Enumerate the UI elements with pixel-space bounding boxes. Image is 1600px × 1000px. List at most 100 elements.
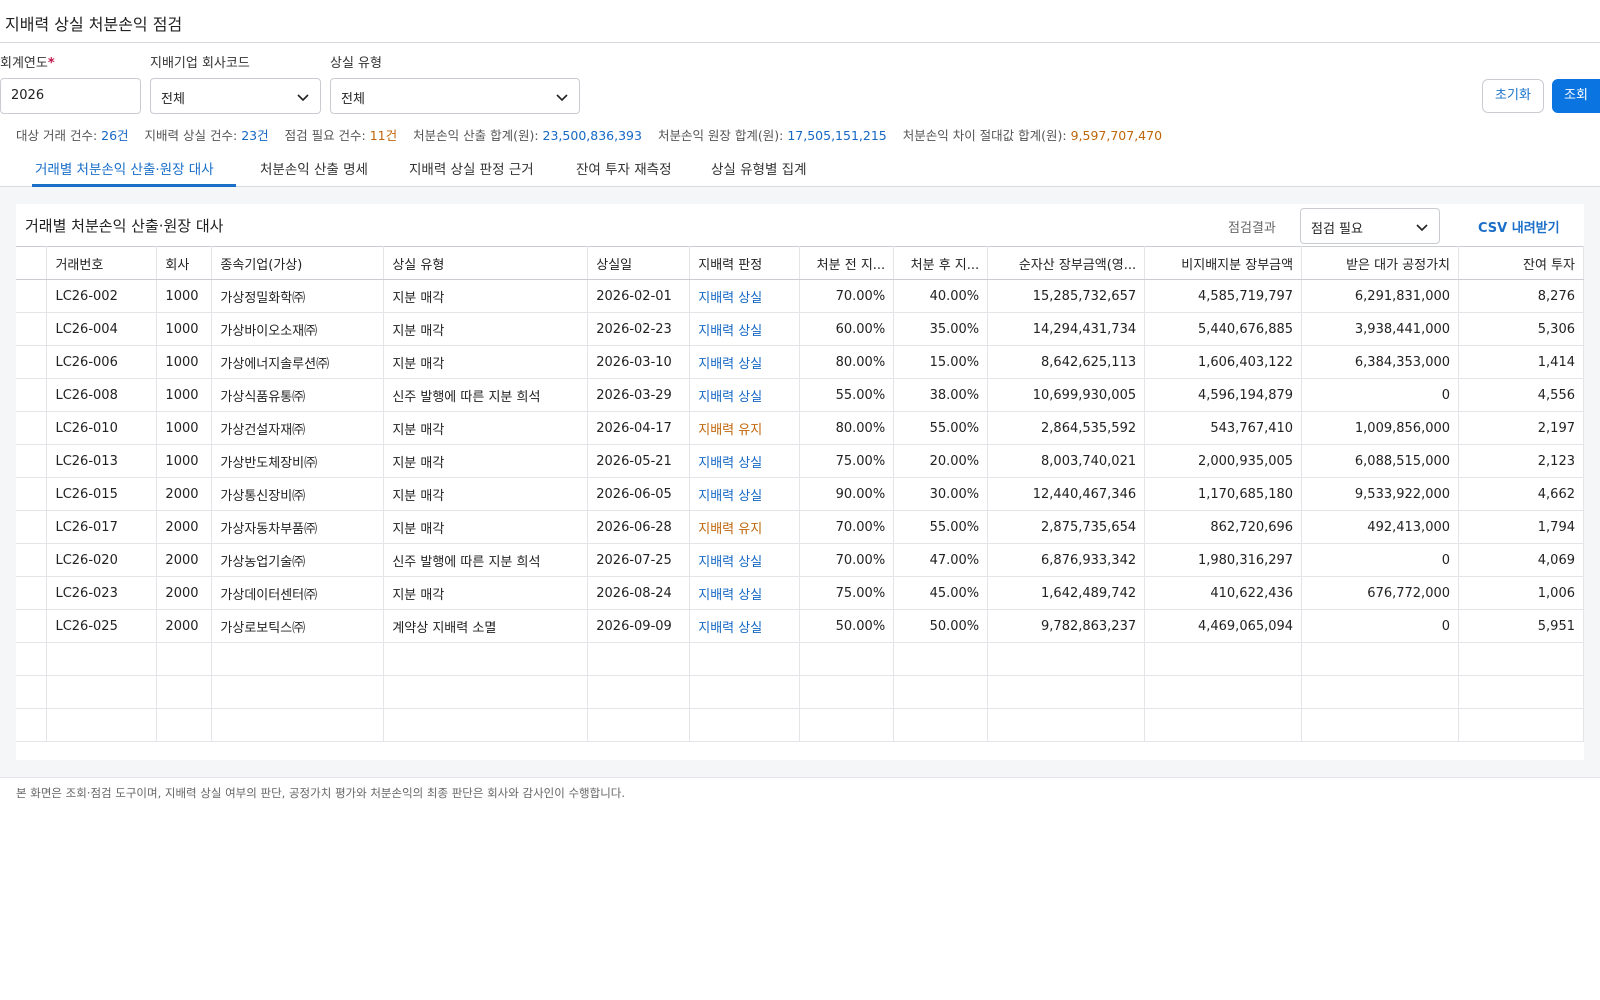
table-cell: 70.00% <box>799 543 895 577</box>
summary-item: 대상 거래 건수: 26건 <box>16 125 129 143</box>
loss-type-select[interactable]: 전체 <box>330 78 580 114</box>
empty-cell <box>893 708 989 742</box>
table-row[interactable]: LC26-020 2000 가상농업기술㈜ 신주 발행에 따른 지분 희석 2026-0… <box>16 543 1584 577</box>
summary-bar: 대상 거래 건수: 26건 지배력 상실 건수: 23건 점검 필요 건수: 11건… <box>16 125 1178 143</box>
table-cell: 2,123 <box>1458 444 1584 478</box>
column-header[interactable]: 잔여 투자 <box>1458 246 1584 280</box>
column-header[interactable]: 종속기업(가상) <box>211 246 385 280</box>
summary-label: 처분손익 차이 절대값 합계(원): <box>902 128 1071 143</box>
table-cell: 가상통신장비㈜ <box>211 477 385 511</box>
table-cell: 8,642,625,113 <box>987 345 1146 379</box>
chevron-down-icon <box>556 94 568 102</box>
summary-value: 23건 <box>241 128 269 143</box>
csv-download-link[interactable]: CSV 내려받기 <box>1478 217 1560 236</box>
table-cell: 0 <box>1301 609 1460 643</box>
tab-calculation-detail[interactable]: 처분손익 산출 명세 <box>260 158 368 178</box>
column-header[interactable]: 순자산 장부금액(영... <box>987 246 1146 280</box>
table-cell: 90.00% <box>799 477 895 511</box>
empty-cell <box>156 708 213 742</box>
control-judgment-cell: 지배력 상실 <box>689 378 801 412</box>
table-cell: 2026-06-05 <box>587 477 691 511</box>
fiscal-year-input[interactable]: 2026 <box>0 78 141 114</box>
table-cell: 1,006 <box>1458 576 1584 610</box>
table-cell: 가상건설자재㈜ <box>211 411 385 445</box>
table-cell: 9,782,863,237 <box>987 609 1146 643</box>
control-judgment-cell: 지배력 상실 <box>689 312 801 346</box>
table-cell: 1,414 <box>1458 345 1584 379</box>
table-cell: 4,585,719,797 <box>1144 279 1303 313</box>
table-cell: 가상농업기술㈜ <box>211 543 385 577</box>
table-row[interactable]: LC26-002 1000 가상정밀화학㈜ 지분 매각 2026-02-01 지배력 상실… <box>16 279 1584 313</box>
table-cell: 2026-06-28 <box>587 510 691 544</box>
table-cell: LC26-006 <box>46 345 158 379</box>
row-marker-cell <box>16 444 48 478</box>
column-header[interactable]: 거래번호 <box>46 246 158 280</box>
empty-row <box>16 675 1584 709</box>
empty-cell <box>211 642 385 676</box>
table-cell: LC26-015 <box>46 477 158 511</box>
table-cell: 가상자동차부품㈜ <box>211 510 385 544</box>
table-cell: 신주 발행에 따른 지분 희석 <box>383 543 589 577</box>
table-cell: 8,003,740,021 <box>987 444 1146 478</box>
table-cell: 2000 <box>156 543 213 577</box>
table-row[interactable]: LC26-006 1000 가상에너지솔루션㈜ 지분 매각 2026-03-10 지배력 … <box>16 345 1584 379</box>
table-cell: LC26-010 <box>46 411 158 445</box>
column-header[interactable]: 처분 전 지... <box>799 246 895 280</box>
column-header[interactable]: 회사 <box>156 246 213 280</box>
result-filter-select[interactable]: 점검 필요 <box>1300 208 1440 244</box>
tab-remeasurement[interactable]: 잔여 투자 재측정 <box>576 158 672 178</box>
table-cell: 38.00% <box>893 378 989 412</box>
empty-cell <box>799 708 895 742</box>
panel-title: 거래별 처분손익 산출·원장 대사 <box>25 217 224 235</box>
column-header[interactable]: 비지배지분 장부금액 <box>1144 246 1303 280</box>
row-marker-cell <box>16 609 48 643</box>
table-row[interactable]: LC26-017 2000 가상자동차부품㈜ 지분 매각 2026-06-28 지배력 유… <box>16 510 1584 544</box>
table-row[interactable]: LC26-013 1000 가상반도체장비㈜ 지분 매각 2026-05-21 지배력 상… <box>16 444 1584 478</box>
column-header[interactable]: 처분 후 지... <box>893 246 989 280</box>
tab-reconciliation[interactable]: 거래별 처분손익 산출·원장 대사 <box>35 158 214 178</box>
table-row[interactable]: LC26-004 1000 가상바이오소재㈜ 지분 매각 2026-02-23 지배력 상… <box>16 312 1584 346</box>
table-cell: 6,291,831,000 <box>1301 279 1460 313</box>
table-row[interactable]: LC26-025 2000 가상로보틱스㈜ 계약상 지배력 소멸 2026-09-09 지… <box>16 609 1584 643</box>
column-header[interactable]: 받은 대가 공정가치 <box>1301 246 1460 280</box>
column-header[interactable]: 상실일 <box>587 246 691 280</box>
company-code-select[interactable]: 전체 <box>150 78 321 114</box>
table-cell: 30.00% <box>893 477 989 511</box>
reset-button[interactable]: 초기화 <box>1482 79 1544 113</box>
empty-cell <box>1144 675 1303 709</box>
table-cell: 1,170,685,180 <box>1144 477 1303 511</box>
table-cell: 10,699,930,005 <box>987 378 1146 412</box>
table-cell: 1000 <box>156 378 213 412</box>
table-cell: 862,720,696 <box>1144 510 1303 544</box>
empty-cell <box>987 642 1146 676</box>
reconciliation-table: 거래번호 회사 종속기업(가상) 상실 유형 상실일 지배력 판정 처분 전 지... 처분 … <box>16 246 1584 742</box>
tab-loss-basis[interactable]: 지배력 상실 판정 근거 <box>409 158 534 178</box>
table-cell: 3,938,441,000 <box>1301 312 1460 346</box>
summary-value: 9,597,707,470 <box>1070 128 1163 143</box>
empty-cell <box>156 642 213 676</box>
empty-cell <box>211 675 385 709</box>
empty-cell <box>1144 642 1303 676</box>
column-header[interactable]: 상실 유형 <box>383 246 589 280</box>
empty-cell <box>1458 642 1584 676</box>
table-cell: 80.00% <box>799 345 895 379</box>
table-cell: 1000 <box>156 312 213 346</box>
empty-cell <box>587 642 691 676</box>
empty-cell <box>46 642 158 676</box>
search-button[interactable]: 조회 <box>1552 79 1600 113</box>
column-header[interactable] <box>16 246 48 280</box>
table-cell: 가상로보틱스㈜ <box>211 609 385 643</box>
summary-value: 23,500,836,393 <box>542 128 642 143</box>
empty-cell <box>893 642 989 676</box>
tab-type-summary[interactable]: 상실 유형별 집계 <box>711 158 807 178</box>
table-row[interactable]: LC26-015 2000 가상통신장비㈜ 지분 매각 2026-06-05 지배력 상실… <box>16 477 1584 511</box>
table-row[interactable]: LC26-008 1000 가상식품유통㈜ 신주 발행에 따른 지분 희석 2026-0… <box>16 378 1584 412</box>
table-row[interactable]: LC26-023 2000 가상데이터센터㈜ 지분 매각 2026-08-24 지배력 상… <box>16 576 1584 610</box>
table-cell: 2026-04-17 <box>587 411 691 445</box>
table-cell: 2000 <box>156 477 213 511</box>
row-marker-cell <box>16 510 48 544</box>
column-header[interactable]: 지배력 판정 <box>689 246 801 280</box>
empty-cell <box>16 708 48 742</box>
table-row[interactable]: LC26-010 1000 가상건설자재㈜ 지분 매각 2026-04-17 지배력 유지… <box>16 411 1584 445</box>
empty-cell <box>987 675 1146 709</box>
